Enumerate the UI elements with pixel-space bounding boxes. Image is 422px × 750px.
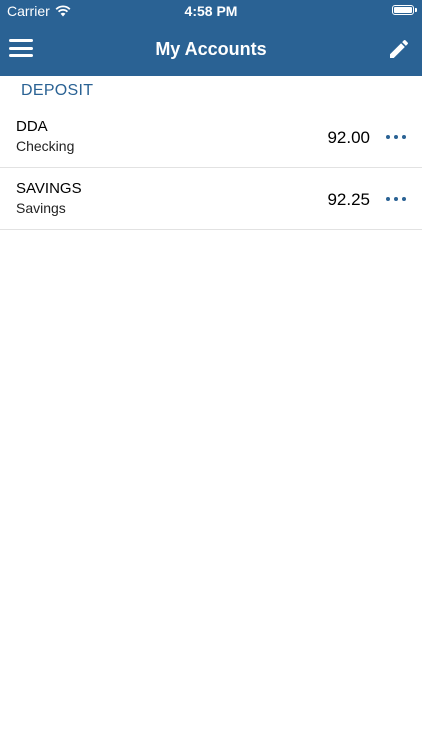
account-type: Checking xyxy=(16,138,75,154)
section-header-deposit: DEPOSIT xyxy=(21,82,94,99)
more-options-icon[interactable] xyxy=(386,129,406,145)
account-balance: 92.25 xyxy=(327,190,370,209)
account-name: DDA xyxy=(16,118,48,135)
battery-icon xyxy=(392,5,414,15)
account-type: Savings xyxy=(16,200,66,216)
status-time: 4:58 PM xyxy=(184,3,238,19)
account-row-savings[interactable]: SAVINGS Savings 92.25 xyxy=(0,168,422,230)
navigation-bar: My Accounts xyxy=(0,22,422,76)
status-bar: Carrier 4:58 PM xyxy=(0,0,422,22)
account-row-dda[interactable]: DDA Checking 92.00 xyxy=(0,106,422,168)
account-name: SAVINGS xyxy=(16,180,82,197)
page-title: My Accounts xyxy=(155,39,267,59)
more-options-icon[interactable] xyxy=(386,191,406,207)
account-balance: 92.00 xyxy=(327,128,370,147)
edit-pencil-icon[interactable] xyxy=(387,37,411,61)
account-list: DDA Checking 92.00 SAVINGS Savings 92.25 xyxy=(0,106,422,230)
